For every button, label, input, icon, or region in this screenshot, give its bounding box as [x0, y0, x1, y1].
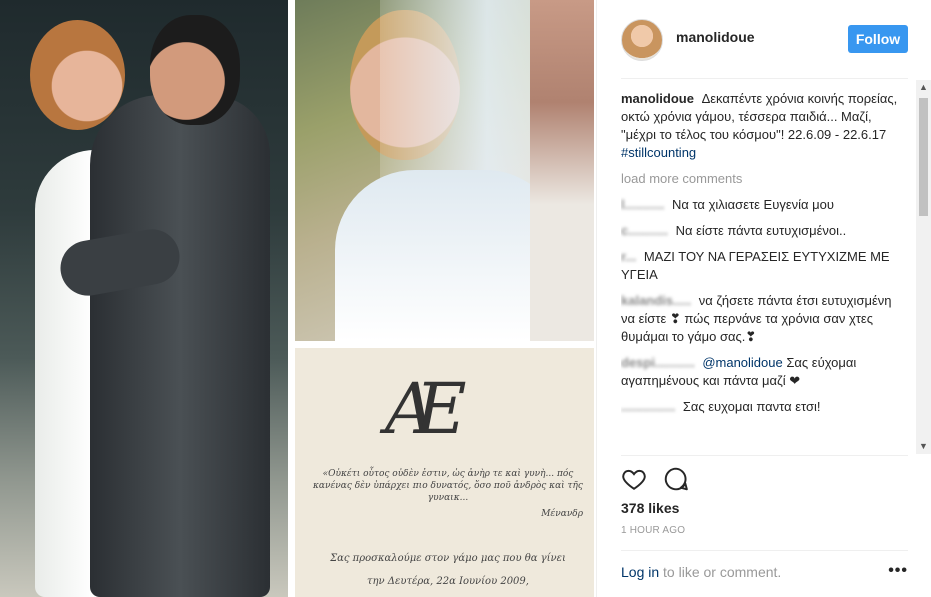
invitation-monogram: ΑΕ: [385, 368, 467, 450]
comment-item: c........... Να είστε πάντα ευτυχισμένοι…: [621, 222, 905, 240]
comments-list: manolidoue Δεκαπέντε χρόνια κοινής πορεί…: [621, 90, 905, 454]
header-divider: [621, 78, 908, 79]
comment-username[interactable]: kalandis.....: [621, 293, 691, 308]
bride-veil-photo: [295, 0, 594, 341]
load-more-comments-link[interactable]: load more comments: [621, 170, 905, 188]
comment-username[interactable]: l...........: [621, 197, 664, 212]
likes-count[interactable]: 378 likes: [621, 500, 679, 516]
comment-item: despi........... @manolidoue Σας εύχομαι…: [621, 354, 905, 390]
footer-divider: [621, 550, 908, 551]
wedding-invitation-photo: ΑΕ «Οὐκέτι οὗτος οὐδὲν ἐστιν, ὡς ἀνὴρ τε…: [295, 348, 594, 597]
scroll-up-arrow-icon[interactable]: ▲: [916, 80, 931, 95]
comment-text: Σας ευχομαι παντα ετσι!: [682, 399, 821, 414]
comment-item: kalandis..... να ζήσετε πάντα έτσι ευτυχ…: [621, 292, 905, 346]
avatar[interactable]: [621, 19, 663, 61]
invitation-line-1: Σας προσκαλούμε στον γάμο μας που θα γίν…: [330, 553, 566, 564]
follow-button[interactable]: Follow: [848, 25, 908, 53]
groom-head-shape: [150, 15, 240, 125]
wedding-dance-photo: [0, 0, 288, 597]
invitation-quote: «Οὐκέτι οὗτος οὐδὲν ἐστιν, ὡς ἀνὴρ τε κα…: [313, 469, 583, 503]
groom-suit-shape: [90, 95, 270, 597]
login-prompt-text: to like or comment.: [659, 564, 782, 580]
comment-mention[interactable]: @manolidoue: [702, 355, 782, 370]
post-timestamp: 1 HOUR AGO: [621, 525, 686, 536]
comment-username[interactable]: c...........: [621, 223, 668, 238]
bride-head-shape: [30, 20, 125, 130]
comment-username[interactable]: ...............: [621, 399, 675, 414]
comments-scrollbar[interactable]: ▲ ▼: [916, 80, 931, 454]
comment-username[interactable]: r...: [621, 249, 636, 264]
header-username[interactable]: manolidoue: [676, 29, 755, 45]
comment-item: r... ΜΑΖΙ ΤΟΥ ΝΑ ΓΕΡΑΣΕΙΣ ΕΥΤΥΧΙΖΜΕ ΜΕ Υ…: [621, 248, 905, 284]
comment-username[interactable]: despi...........: [621, 355, 695, 370]
more-icon[interactable]: •••: [888, 562, 908, 580]
heart-icon[interactable]: [621, 466, 647, 492]
comment-text: Να είστε πάντα ευτυχισμένοι..: [675, 223, 847, 238]
post-header: manolidoue Follow: [597, 0, 931, 78]
instagram-post-window: ΑΕ «Οὐκέτι οὗτος οὐδὲν ἐστιν, ὡς ἀνὴρ τε…: [0, 0, 931, 597]
actions-divider: [621, 455, 908, 456]
comment-text: Να τα χιλιασετε Ευγενία μου: [671, 197, 834, 212]
caption-hashtag[interactable]: #stillcounting: [621, 145, 696, 160]
comment-item: ............... Σας ευχομαι παντα ετσι!: [621, 398, 905, 416]
action-bar: [621, 466, 701, 492]
comment-icon[interactable]: [663, 466, 689, 492]
scroll-down-arrow-icon[interactable]: ▼: [916, 439, 931, 454]
caption-username[interactable]: manolidoue: [621, 91, 694, 106]
invitation-line-2: την Δευτέρα, 22α Ιουνίου 2009,: [367, 576, 529, 587]
post-side-panel: manolidoue Follow manolidoue Δεκαπέντε χ…: [596, 0, 931, 597]
invitation-quote-author: Μένανδρ: [541, 509, 583, 519]
man-shape: [530, 0, 594, 341]
caption: manolidoue Δεκαπέντε χρόνια κοινής πορεί…: [621, 90, 905, 162]
login-link[interactable]: Log in: [621, 564, 659, 580]
comment-item: l........... Να τα χιλιασετε Ευγενία μου: [621, 196, 905, 214]
comment-text: ΜΑΖΙ ΤΟΥ ΝΑ ΓΕΡΑΣΕΙΣ ΕΥΤΥΧΙΖΜΕ ΜΕ ΥΓΕΙΑ: [621, 249, 890, 282]
login-prompt: Log in to like or comment.: [621, 564, 908, 580]
scroll-thumb[interactable]: [919, 98, 928, 216]
post-image-collage[interactable]: ΑΕ «Οὐκέτι οὗτος οὐδὲν ἐστιν, ὡς ἀνὴρ τε…: [0, 0, 596, 597]
